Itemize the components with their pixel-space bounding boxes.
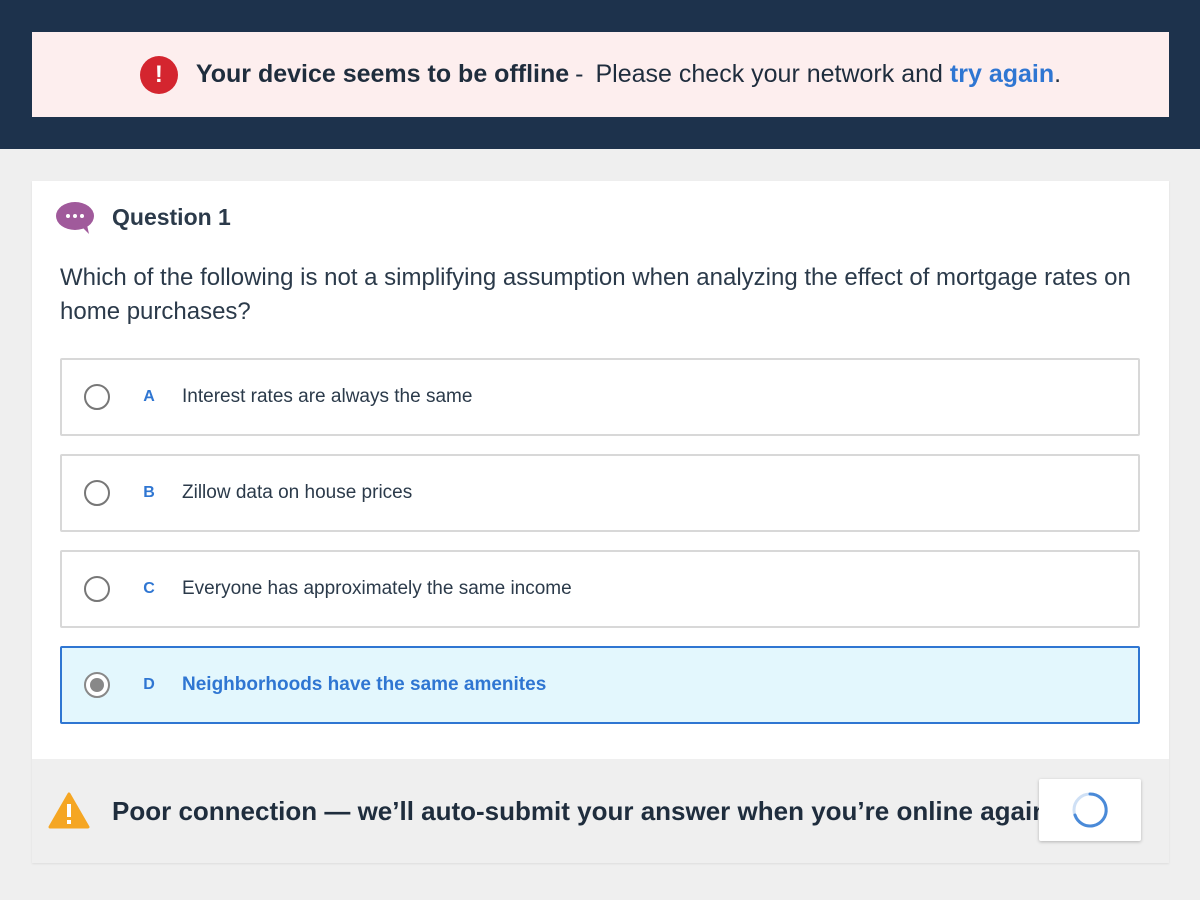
offline-separator: - bbox=[575, 60, 584, 88]
answer-option-d[interactable]: D Neighborhoods have the same amenites bbox=[60, 646, 1140, 724]
answer-option-a[interactable]: A Interest rates are always the same bbox=[60, 358, 1140, 436]
radio-button-selected[interactable] bbox=[84, 672, 110, 698]
offline-message: Please check your network and bbox=[595, 60, 943, 88]
loading-spinner-icon bbox=[1072, 792, 1108, 828]
option-letter: C bbox=[143, 580, 155, 597]
chat-bubble-icon bbox=[56, 201, 96, 234]
option-letter: D bbox=[143, 676, 155, 693]
radio-button[interactable] bbox=[84, 384, 110, 410]
try-again-link[interactable]: try again bbox=[950, 60, 1054, 89]
question-title: Question 1 bbox=[112, 203, 231, 230]
option-letter: A bbox=[143, 388, 155, 405]
offline-period: . bbox=[1054, 60, 1062, 88]
submit-pending-button[interactable] bbox=[1039, 779, 1141, 841]
option-text: Everyone has approximately the same inco… bbox=[182, 578, 572, 599]
warning-triangle-icon bbox=[48, 792, 90, 830]
connection-notice: Poor connection — we’ll auto-submit your… bbox=[32, 759, 1169, 863]
option-text: Interest rates are always the same bbox=[182, 386, 473, 407]
radio-button[interactable] bbox=[84, 480, 110, 506]
connection-notice-text: Poor connection — we’ll auto-submit your… bbox=[112, 795, 1049, 826]
option-letter: B bbox=[143, 484, 155, 501]
offline-banner: ! Your device seems to be offline - Plea… bbox=[32, 32, 1169, 117]
question-text: Which of the following is not a simplify… bbox=[60, 264, 1131, 325]
option-text: Zillow data on house prices bbox=[182, 482, 413, 503]
answer-option-c[interactable]: C Everyone has approximately the same in… bbox=[60, 550, 1140, 628]
alert-circle-icon: ! bbox=[139, 55, 178, 94]
offline-title: Your device seems to be offline bbox=[195, 60, 570, 88]
question-card: Question 1 Which of the following is not… bbox=[32, 181, 1169, 863]
answer-option-b[interactable]: B Zillow data on house prices bbox=[60, 454, 1140, 532]
question-header: Question 1 bbox=[56, 201, 231, 234]
option-text: Neighborhoods have the same amenites bbox=[182, 674, 547, 695]
radio-button[interactable] bbox=[84, 576, 110, 602]
